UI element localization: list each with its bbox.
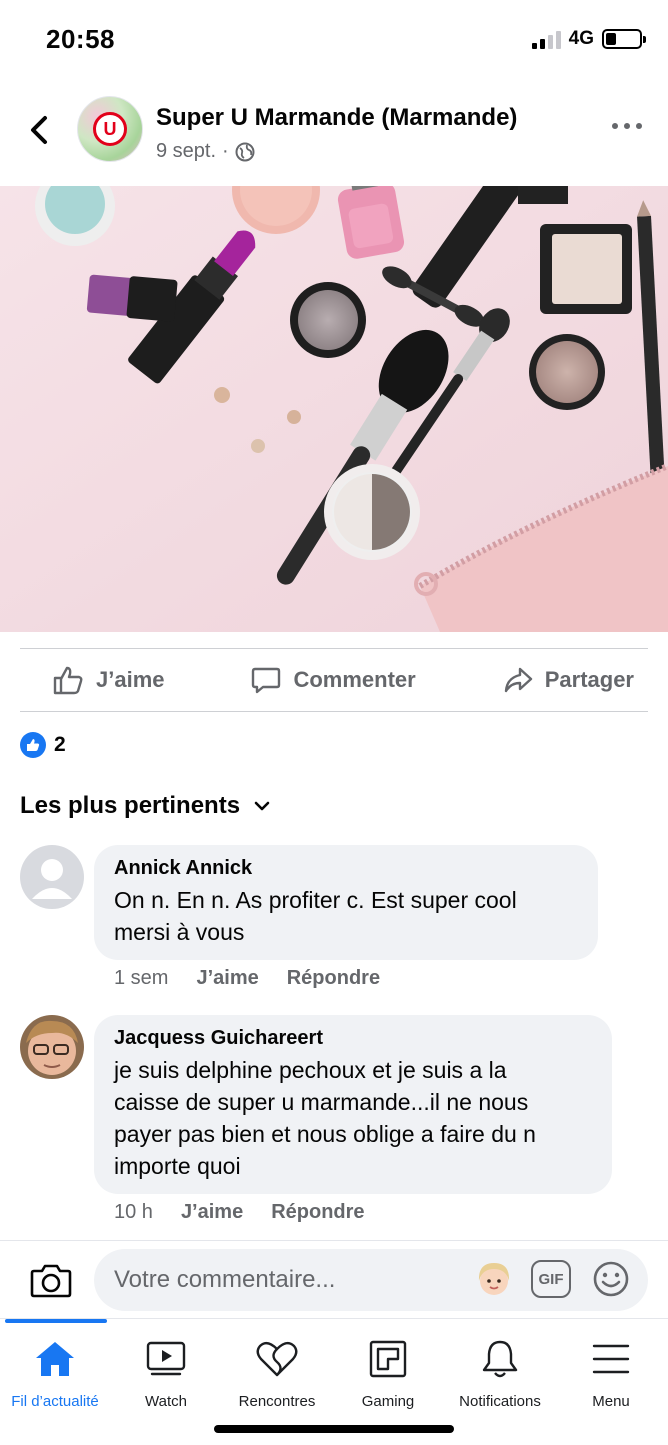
comment-like-button[interactable]: J’aime (181, 1201, 243, 1224)
comment-meta: 10 h J’aime Répondre (114, 1201, 365, 1224)
tab-gaming[interactable]: Gaming (328, 1337, 448, 1410)
menu-icon (592, 1344, 630, 1374)
camera-icon (30, 1264, 72, 1298)
chevron-left-icon (31, 116, 47, 144)
comment-reply-button[interactable]: Répondre (271, 1201, 364, 1224)
more-options-button[interactable] (612, 116, 642, 136)
comment-author[interactable]: Jacquess Guichareert (114, 1027, 592, 1050)
post-header: U Super U Marmande (Marmande) 9 sept. · (0, 88, 668, 186)
dating-heart-icon (256, 1341, 298, 1377)
tab-notifications[interactable]: Notifications (440, 1337, 560, 1410)
comment-text-line: payer pas bien et nous oblige a faire du… (114, 1121, 536, 1147)
share-arrow-icon (504, 667, 532, 693)
tab-dating[interactable]: Rencontres (217, 1337, 337, 1410)
comment-text-line: importe quoi (114, 1153, 241, 1179)
post-meta: 9 sept. · (156, 140, 255, 163)
like-button[interactable]: J’aime (52, 665, 165, 695)
reactions-summary[interactable]: 2 (20, 732, 66, 758)
comment-reply-button[interactable]: Répondre (287, 967, 380, 990)
comment-bubble[interactable]: Annick Annick On n. En n. As profiter c.… (94, 845, 598, 960)
battery-icon (602, 29, 646, 49)
post-actions-bar: J’aime Commenter Partager (20, 648, 648, 712)
status-bar: 20:58 4G (0, 0, 668, 80)
gif-button[interactable]: GIF (531, 1260, 571, 1298)
comment-text-line: je suis delphine pechoux et je suis a la (114, 1057, 507, 1083)
dot-icon (612, 123, 618, 129)
like-reaction-icon (20, 732, 46, 758)
comment-sort-dropdown[interactable]: Les plus pertinents (20, 792, 270, 820)
share-button[interactable]: Partager (503, 666, 634, 694)
tab-label: Watch (145, 1393, 187, 1410)
comment-text-line: caisse de super u marmande...il ne nous (114, 1089, 529, 1115)
comment-button[interactable]: Commenter (251, 665, 416, 695)
page-name[interactable]: Super U Marmande (Marmande) (156, 104, 517, 132)
comment-meta: 1 sem J’aime Répondre (114, 967, 380, 990)
meta-separator: · (222, 140, 229, 162)
page-avatar[interactable]: U (77, 96, 143, 162)
reactions-count: 2 (54, 733, 66, 756)
home-indicator[interactable] (214, 1425, 454, 1433)
active-tab-indicator (5, 1319, 107, 1323)
super-u-logo: U (93, 112, 127, 146)
gaming-icon (369, 1340, 407, 1378)
tab-label: Fil d’actualité (11, 1393, 99, 1410)
camera-button[interactable] (30, 1261, 72, 1299)
tab-news-feed[interactable]: Fil d’actualité (0, 1337, 115, 1410)
thumbs-up-icon (53, 666, 83, 695)
back-button[interactable] (24, 112, 54, 148)
post-photo[interactable] (0, 186, 668, 632)
status-time: 20:58 (46, 24, 115, 54)
comment-bubble-icon (252, 667, 281, 694)
tab-label: Notifications (459, 1393, 541, 1410)
sort-label: Les plus pertinents (20, 792, 241, 819)
tab-label: Gaming (361, 1393, 415, 1410)
chevron-down-icon (254, 801, 270, 811)
comment-bubble[interactable]: Jacquess Guichareert je suis delphine pe… (94, 1015, 612, 1194)
commenter-avatar[interactable] (20, 1015, 84, 1079)
commenter-avatar[interactable] (20, 845, 84, 909)
comment-text-line: On n. En n. As profiter c. Est super coo… (114, 887, 517, 913)
comment-composer: GIF (0, 1240, 668, 1318)
avatar-sticker-button[interactable] (474, 1259, 514, 1299)
tab-label: Menu (592, 1393, 630, 1410)
tab-watch[interactable]: Watch (106, 1337, 226, 1410)
comment-text-line: mersi à vous (114, 919, 245, 945)
dot-icon (636, 123, 642, 129)
tab-label: Rencontres (238, 1393, 316, 1410)
home-icon (36, 1342, 74, 1376)
dot-icon (624, 123, 630, 129)
status-indicators: 4G (531, 28, 646, 50)
network-type: 4G (568, 28, 594, 49)
emoji-button[interactable] (591, 1259, 631, 1299)
comment-author[interactable]: Annick Annick (114, 857, 578, 880)
smiley-icon (593, 1261, 629, 1297)
tab-menu[interactable]: Menu (551, 1337, 668, 1410)
avatar-sticker-icon (478, 1263, 510, 1295)
makeup-products-photo (0, 186, 668, 632)
comment-label: Commenter (293, 667, 416, 692)
signal-icon (531, 29, 561, 49)
share-label: Partager (544, 667, 634, 692)
watch-icon (146, 1341, 186, 1376)
bell-icon (482, 1340, 518, 1378)
comment-like-button[interactable]: J’aime (196, 967, 258, 990)
comment-time: 1 sem (114, 967, 169, 989)
comment-time: 10 h (114, 1201, 153, 1223)
post-date[interactable]: 9 sept. (156, 140, 216, 163)
like-label: J’aime (96, 667, 165, 692)
globe-icon (235, 142, 255, 161)
